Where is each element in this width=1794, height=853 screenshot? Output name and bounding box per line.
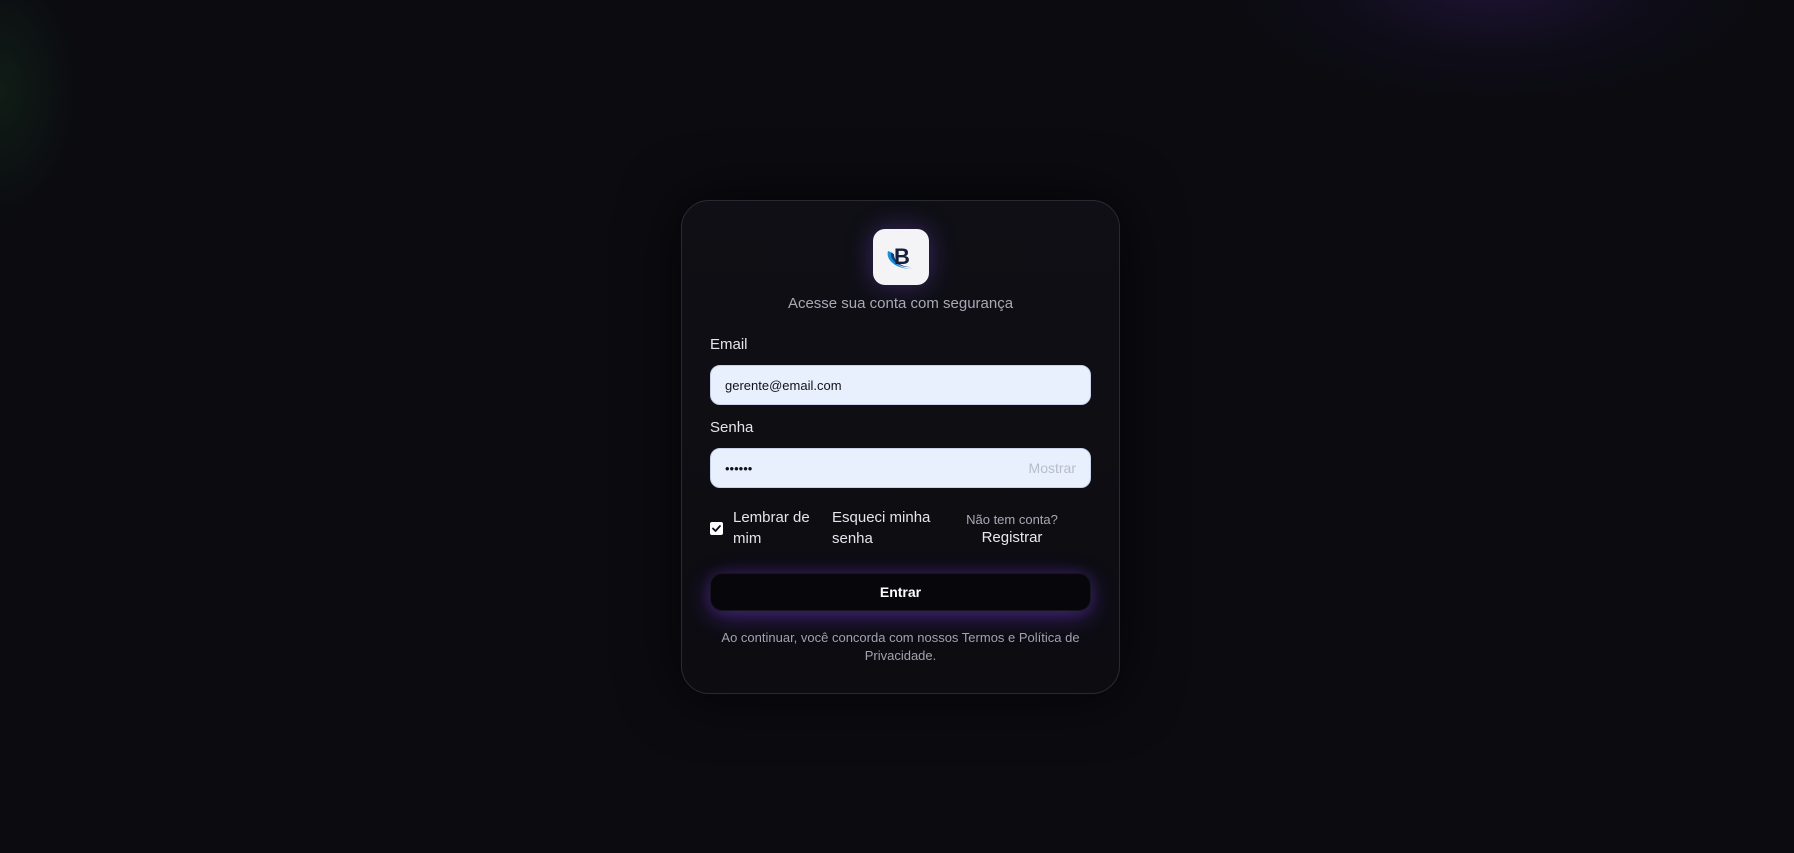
remember-checkbox[interactable] xyxy=(710,521,723,535)
brand-logo-letter: B xyxy=(894,244,910,269)
remember-label[interactable]: Lembrar de mim xyxy=(733,507,817,549)
brand-logo-icon: B xyxy=(887,244,914,269)
forgot-password-link[interactable]: Esqueci minha senha xyxy=(832,507,942,549)
password-field-box[interactable]: Mostrar xyxy=(710,448,1091,488)
no-account-text: Não tem conta? xyxy=(966,512,1058,527)
login-card: B Acesse sua conta com segurança Email S… xyxy=(681,200,1120,694)
remember-me[interactable]: Lembrar de mim xyxy=(710,507,817,549)
email-field[interactable] xyxy=(725,377,1076,393)
email-label: Email xyxy=(710,336,748,353)
show-password-button[interactable]: Mostrar xyxy=(1029,460,1076,476)
check-icon xyxy=(712,524,721,532)
password-field[interactable] xyxy=(725,460,1029,476)
background-glow-right xyxy=(1234,0,1754,100)
register-link[interactable]: Registrar xyxy=(962,528,1062,548)
background-glow-left xyxy=(0,0,80,220)
terms-text: Ao continuar, você concorda com nossos T… xyxy=(721,630,1080,663)
brand-logo: B xyxy=(873,229,929,285)
email-field-box[interactable] xyxy=(710,365,1091,405)
password-label: Senha xyxy=(710,419,754,436)
register-block: Não tem conta? Registrar xyxy=(962,511,1062,548)
submit-button[interactable]: Entrar xyxy=(710,573,1091,611)
login-subtitle: Acesse sua conta com segurança xyxy=(787,295,1014,312)
